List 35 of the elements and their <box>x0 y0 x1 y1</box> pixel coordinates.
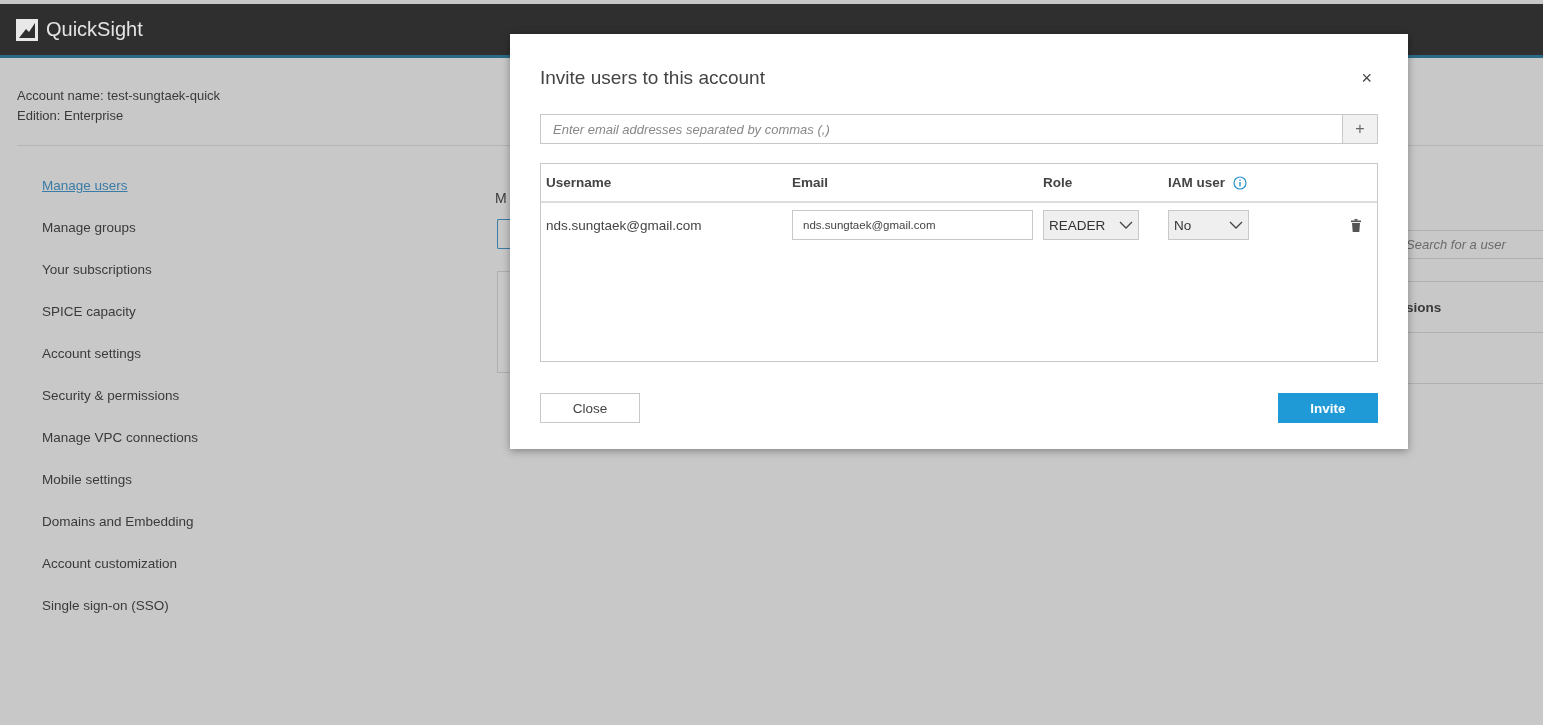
close-button[interactable]: × <box>1355 67 1378 89</box>
sidebar-item[interactable]: Single sign-on (SSO) <box>42 585 169 627</box>
dialog-title: Invite users to this account <box>540 67 765 89</box>
close-button[interactable]: Close <box>540 393 640 423</box>
sidebar-item[interactable]: Domains and Embedding <box>42 501 194 543</box>
sidebar-item[interactable]: SPICE capacity <box>42 291 136 333</box>
page-heading: M <box>495 189 507 208</box>
email-input[interactable]: Enter email addresses separated by commas (,) <box>540 114 1342 144</box>
search-field[interactable]: Search for a user <box>1406 230 1543 259</box>
account-name: Account name: test-sungtaek-quick <box>17 87 222 105</box>
logo-icon <box>16 18 38 41</box>
edition-label: Edition: Enterprise <box>17 107 125 125</box>
delete-button[interactable] <box>1351 218 1361 232</box>
add-button[interactable]: + <box>1342 114 1378 144</box>
column-header: sions <box>1406 299 1442 315</box>
dropdown[interactable]: READER <box>1043 210 1139 240</box>
column-header: Email <box>792 175 829 190</box>
email-field[interactable]: nds.sungtaek@gmail.com <box>792 210 1033 240</box>
chevron-down-icon <box>1119 221 1133 229</box>
column-header: Role <box>1043 175 1073 190</box>
app-title[interactable]: QuickSight <box>46 18 143 41</box>
column-header: Username <box>546 175 612 190</box>
trash-icon <box>1351 218 1361 232</box>
info-icon <box>1233 175 1247 190</box>
sidebar-item[interactable]: Account settings <box>42 333 142 375</box>
column-header: IAM user <box>1168 175 1225 190</box>
sidebar-item[interactable]: Mobile settings <box>42 459 133 501</box>
table-cell: nds.sungtaek@gmail.com <box>546 217 702 233</box>
chevron-down-icon <box>1229 221 1243 229</box>
sidebar-item[interactable]: Manage VPC connections <box>42 417 199 459</box>
sidebar-item[interactable]: Manage groups <box>42 207 136 249</box>
sidebar-item[interactable]: Security & permissions <box>42 375 180 417</box>
dropdown[interactable]: No <box>1168 210 1249 240</box>
sidebar-item[interactable]: Account customization <box>42 543 178 585</box>
sidebar-item[interactable]: Your subscriptions <box>42 249 152 291</box>
